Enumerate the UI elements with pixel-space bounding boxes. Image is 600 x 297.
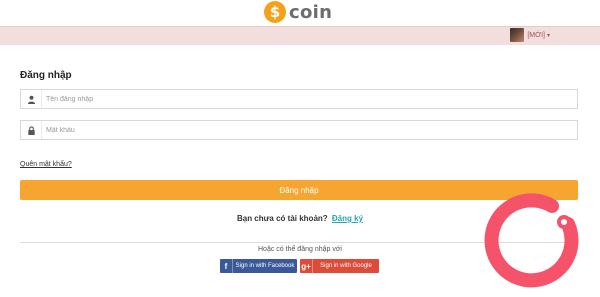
facebook-signin-label: Sign in with Facebook — [235, 263, 295, 269]
username-input[interactable] — [41, 90, 577, 108]
password-field — [20, 120, 578, 140]
chevron-down-icon: ▾ — [546, 32, 550, 39]
google-signin-button[interactable]: g+ Sign in with Google — [300, 259, 379, 273]
facebook-icon: f — [220, 259, 233, 273]
facebook-signin-button[interactable]: f Sign in with Facebook — [220, 259, 297, 273]
page: $ coin [MỚI] ▾ Đăng nhập Quên mật khẩu? … — [0, 0, 600, 297]
site-logo[interactable]: $ coin — [264, 0, 332, 24]
signup-question: Bạn chưa có tài khoản? — [236, 214, 328, 223]
login-title: Đăng nhập — [20, 70, 72, 81]
divider-text: Hoặc có thể đăng nhập với — [248, 246, 352, 253]
user-menu[interactable]: [MỚI] ▾ — [510, 28, 550, 42]
coin-icon: $ — [264, 1, 286, 23]
password-input[interactable] — [41, 121, 577, 139]
user-icon — [21, 90, 41, 108]
google-plus-icon: g+ — [300, 259, 313, 273]
username-field — [20, 89, 578, 109]
brand-mark-icon — [484, 193, 579, 288]
avatar — [510, 28, 525, 42]
signup-link[interactable]: Đăng ký — [332, 214, 363, 223]
logo-text: coin — [289, 1, 333, 23]
forgot-password-link[interactable]: Quên mật khẩu? — [20, 161, 72, 168]
user-name: [MỚI] — [527, 31, 545, 39]
google-signin-label: Sign in with Google — [320, 263, 372, 269]
site-header: $ coin — [0, 0, 600, 26]
top-bar: [MỚI] ▾ — [0, 26, 600, 45]
lock-icon — [21, 121, 41, 139]
